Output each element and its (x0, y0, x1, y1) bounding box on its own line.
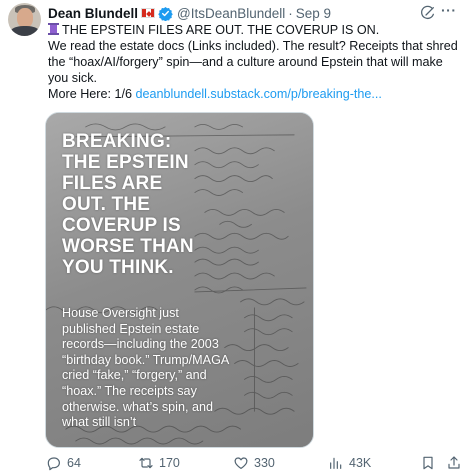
bookmark-icon (423, 456, 433, 470)
post-line-2: We read the estate docs (Links included)… (48, 39, 458, 53)
reply-button[interactable]: 64 (46, 455, 81, 471)
heart-icon (234, 457, 248, 469)
like-button[interactable]: 330 (233, 455, 275, 471)
post-text: THE EPSTEIN FILES ARE OUT. THE COVERUP I… (48, 22, 458, 102)
thread-spool-icon (48, 23, 59, 35)
reply-count: 64 (67, 456, 81, 470)
post-line-5-prefix: More Here: 1/6 (48, 87, 136, 101)
views-count: 43K (349, 456, 372, 470)
share-icon (448, 456, 460, 469)
canada-flag-icon (141, 8, 156, 18)
views-button[interactable]: 43K (328, 455, 371, 471)
post-line-3: the “hoax/AI/forgery” spin—and a culture… (48, 55, 443, 69)
avatar[interactable] (8, 3, 41, 36)
post-date[interactable]: Sep 9 (296, 6, 331, 21)
tweet[interactable]: Dean Blundell @ItsDeanBlundell · Sep 9 ·… (0, 0, 462, 476)
repost-button[interactable]: 170 (138, 455, 180, 471)
post-line-4: you sick. (48, 71, 97, 85)
separator-dot: · (288, 5, 293, 21)
more-icon[interactable]: ··· (441, 2, 457, 18)
repost-icon (139, 457, 153, 469)
bookmark-button[interactable] (420, 455, 441, 471)
like-count: 330 (254, 456, 275, 470)
action-bar: 64 170 330 43K (46, 455, 460, 473)
views-icon (330, 457, 342, 469)
share-button[interactable] (446, 455, 462, 471)
post-title-line: THE EPSTEIN FILES ARE OUT. THE COVERUP I… (62, 23, 380, 37)
tweet-header: Dean Blundell @ItsDeanBlundell · Sep 9 (48, 4, 331, 22)
author-name[interactable]: Dean Blundell (48, 6, 138, 21)
grok-icon[interactable] (420, 5, 436, 21)
article-link[interactable]: deanblundell.substack.com/p/breaking-the… (136, 87, 382, 101)
image-caption: House Oversight just published Epstein e… (62, 306, 230, 430)
repost-count: 170 (159, 456, 180, 470)
post-image[interactable]: BREAKING: THE EPSTEIN FILES ARE OUT. THE… (45, 112, 314, 448)
reply-icon (47, 457, 60, 471)
author-handle[interactable]: @ItsDeanBlundell (177, 6, 285, 21)
verified-badge-icon (158, 6, 173, 21)
image-headline: BREAKING: THE EPSTEIN FILES ARE OUT. THE… (62, 131, 194, 278)
